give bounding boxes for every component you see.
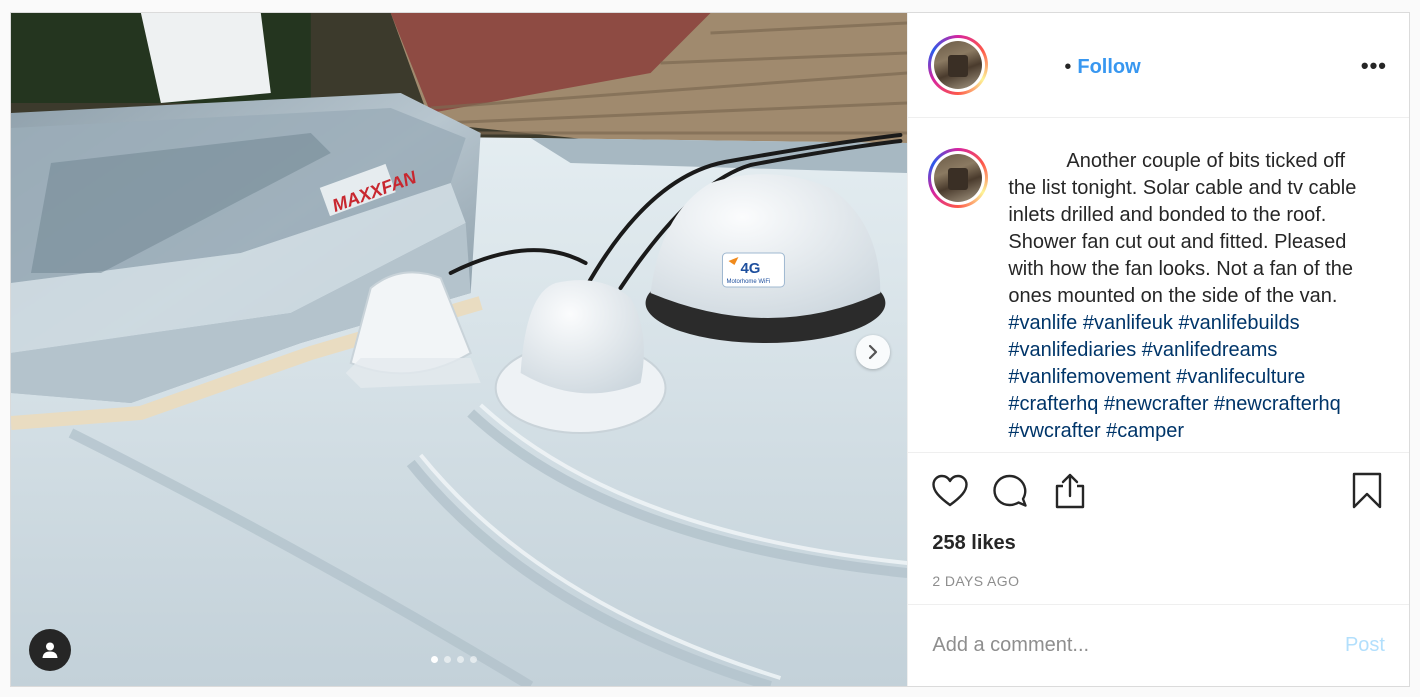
hashtag-link[interactable]: #vanlifedreams <box>1142 339 1278 361</box>
user-icon <box>42 642 58 658</box>
more-options-button[interactable]: ••• <box>1361 55 1387 77</box>
antenna-sublabel-text: Motorhome WiFi <box>726 279 770 285</box>
post-card: MAXXFAN 4G Motorhome WiFi • Follow ••• A… <box>10 12 1410 687</box>
antenna-label-text: 4G <box>740 260 760 277</box>
post-photo: MAXXFAN 4G Motorhome WiFi <box>11 13 908 686</box>
heart-icon <box>932 475 969 507</box>
header-separator: • <box>1064 56 1072 78</box>
carousel-dot <box>470 656 477 663</box>
comment-bar: Post <box>908 603 1409 686</box>
comment-button[interactable] <box>990 471 1030 511</box>
post-date[interactable]: 2 DAYS AGO <box>908 561 1409 604</box>
share-icon <box>1056 474 1085 509</box>
carousel-indicator <box>431 656 477 663</box>
follow-button[interactable]: Follow <box>1077 56 1140 79</box>
hashtag-link[interactable]: #newcrafter <box>1104 393 1209 415</box>
hashtag-list: #vanlife #vanlifeuk #vanlifebuilds #vanl… <box>1008 312 1340 442</box>
post-header: • Follow ••• <box>908 13 1409 118</box>
carousel-dot <box>457 656 464 663</box>
avatar-image <box>934 40 983 89</box>
save-button[interactable] <box>1347 471 1387 511</box>
action-bar <box>908 453 1409 529</box>
post-media[interactable]: MAXXFAN 4G Motorhome WiFi <box>11 13 908 686</box>
like-button[interactable] <box>930 471 970 511</box>
tagged-users-button[interactable] <box>29 629 71 671</box>
hashtag-link[interactable]: #vanlifebuilds <box>1178 312 1299 334</box>
bookmark-icon <box>1352 473 1382 509</box>
caption-text: Another couple of bits ticked off the li… <box>1008 148 1373 452</box>
post-comment-button[interactable]: Post <box>1345 634 1385 657</box>
follow-area: • Follow <box>1064 56 1140 79</box>
chevron-right-icon <box>868 344 878 360</box>
avatar-frame <box>931 37 986 92</box>
comment-input[interactable] <box>932 633 1345 657</box>
carousel-dot <box>444 656 451 663</box>
avatar-image <box>934 153 983 202</box>
hashtag-link[interactable]: #vanlife <box>1008 312 1077 334</box>
hashtag-link[interactable]: #crafterhq <box>1008 393 1098 415</box>
hashtag-link[interactable]: #vanlifemovement <box>1008 366 1170 388</box>
hashtag-link[interactable]: #vanlifediaries <box>1008 339 1136 361</box>
comment-bubble-icon <box>993 475 1028 507</box>
hashtag-link[interactable]: #vanlifeuk <box>1083 312 1173 334</box>
hashtag-link[interactable]: #vwcrafter <box>1008 420 1100 442</box>
avatar-frame <box>931 150 986 205</box>
share-button[interactable] <box>1050 471 1090 511</box>
hashtag-link[interactable]: #vanlifeculture <box>1176 366 1305 388</box>
like-count[interactable]: 258 likes <box>908 529 1409 560</box>
caption-area: Another couple of bits ticked off the li… <box>908 118 1409 454</box>
author-avatar[interactable] <box>928 34 989 95</box>
carousel-next-button[interactable] <box>856 335 890 369</box>
carousel-dot-active <box>431 656 438 663</box>
post-side-panel: • Follow ••• Another couple of bits tick… <box>907 13 1409 686</box>
caption-body: Another couple of bits ticked off the li… <box>1008 149 1357 307</box>
hashtag-link[interactable]: #camper <box>1106 420 1184 442</box>
caption-author-avatar[interactable] <box>928 147 989 208</box>
hashtag-link[interactable]: #newcrafterhq <box>1214 393 1341 415</box>
